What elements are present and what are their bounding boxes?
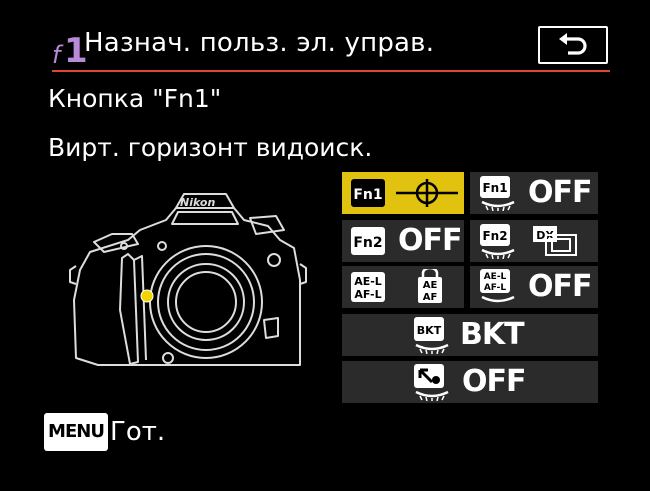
fn2-press-value: OFF: [398, 223, 462, 258]
bkt-dial-label: BKT: [417, 324, 442, 337]
ael-afl-button-icon: AE-L AF-L: [351, 272, 385, 302]
fn1-dial-label: Fn1: [482, 181, 507, 195]
fn1-press-label: Fn1: [353, 187, 382, 203]
ae-af-lock-icon: AE AF: [418, 269, 442, 303]
custom-settings-menu-icon: f 1: [52, 31, 88, 71]
movie-record-button-icon: [414, 364, 449, 401]
fn1-press-cell[interactable]: Fn1: [342, 172, 464, 214]
title-divider: [52, 70, 610, 72]
fn2-press-cell[interactable]: Fn2 OFF: [342, 220, 464, 262]
fn1-button-icon: Fn1: [351, 179, 385, 207]
fn2-dial-label: Fn2: [482, 229, 507, 243]
selected-assignment: Вирт. горизонт видоиск.: [48, 133, 373, 162]
virtual-horizon-icon: [396, 179, 458, 207]
ae-lock-text: AE: [423, 280, 438, 291]
fn2-button-icon: Fn2: [351, 227, 385, 255]
page-title: Назнач. польз. эл. управ.: [84, 28, 435, 58]
ael-dial-cell[interactable]: AE-L AF-L OFF: [470, 266, 598, 308]
header: f 1 Назнач. польз. эл. управ.: [0, 0, 650, 78]
ael-dial-value: OFF: [528, 269, 592, 304]
ael-dial-icon: AE-L AF-L: [480, 269, 515, 303]
fn1-dial-value: OFF: [528, 175, 592, 210]
menu-letter: f: [52, 41, 61, 69]
back-button[interactable]: [538, 26, 608, 64]
movie-dial-cell[interactable]: OFF: [342, 361, 598, 403]
fn2-dial-cell[interactable]: Fn2 DX: [470, 220, 598, 262]
fn2-dial-icon: Fn2: [480, 224, 515, 259]
fn1-dial-icon: Fn1: [480, 176, 515, 211]
camera-illustration: Nikon: [69, 193, 307, 366]
bkt-dial-cell[interactable]: BKT BKT: [342, 314, 598, 356]
ael-dial-label-top: AE-L: [484, 272, 507, 282]
bkt-dial-icon: BKT: [414, 317, 449, 354]
movie-dial-value: OFF: [462, 364, 526, 399]
fn2-press-label: Fn2: [353, 235, 382, 251]
ael-dial-label-bottom: AF-L: [484, 283, 507, 293]
af-lock-text: AF: [423, 292, 438, 303]
menu-key-icon: MENU: [44, 413, 108, 451]
selected-control: Кнопка "Fn1": [48, 84, 222, 113]
ael-press-label-top: AE-L: [354, 275, 382, 288]
camera-brand-label: Nikon: [180, 196, 215, 209]
return-arrow-icon: [559, 33, 587, 55]
ael-press-cell[interactable]: AE-L AF-L AE AF: [342, 266, 464, 308]
done-label: Гот.: [110, 417, 166, 447]
dx-crop-icon: DX: [533, 226, 577, 256]
bkt-dial-value: BKT: [460, 317, 525, 352]
fn1-dial-cell[interactable]: Fn1 OFF: [470, 172, 598, 214]
fn1-button-highlight: [140, 289, 154, 303]
done-button[interactable]: MENU Гот.: [44, 411, 178, 453]
ael-press-label-bottom: AF-L: [354, 288, 381, 301]
